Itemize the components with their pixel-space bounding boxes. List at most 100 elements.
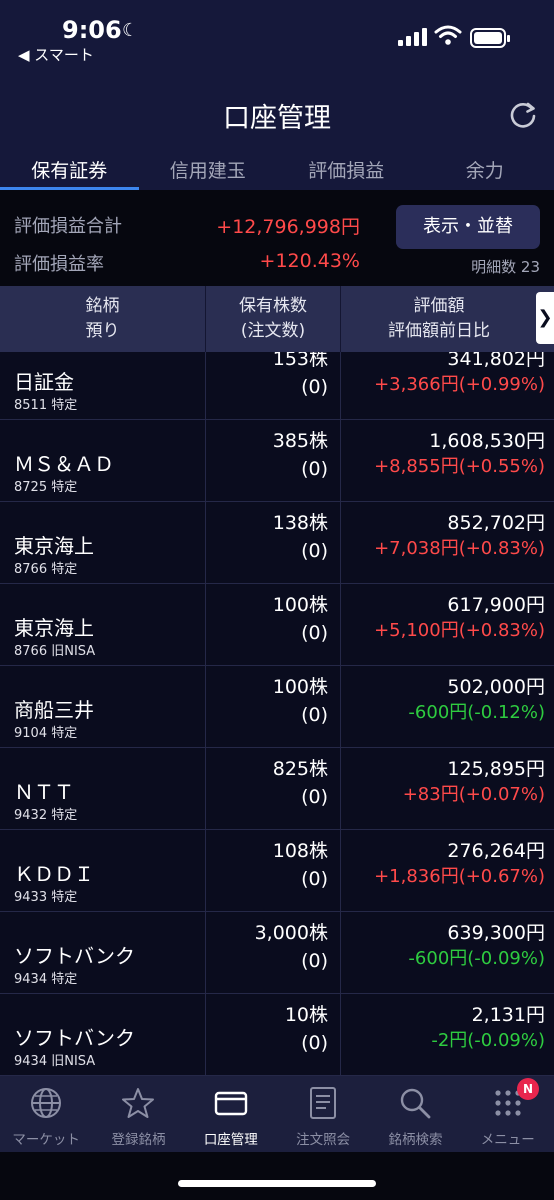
pl-rate-label: 評価損益率 (14, 254, 104, 275)
header-stock: 銘柄 預り (85, 296, 120, 341)
stock-name: ソフトバンク (14, 1026, 135, 1050)
table-row[interactable]: ソフトバンク 9434 旧NISA 10株 (0) 2,131円 -2円(-0.09%) (0, 994, 554, 1076)
stock-name: ＫＤＤＩ (14, 862, 94, 886)
back-to-app-link[interactable]: ◀ スマート (18, 44, 94, 65)
holding-quantity: 825株 (272, 758, 328, 780)
nav-watchlist[interactable]: 登録銘柄 (92, 1076, 184, 1152)
order-quantity: (0) (301, 704, 328, 726)
order-quantity: (0) (301, 950, 328, 972)
holding-quantity: 100株 (272, 676, 328, 698)
nav-search[interactable]: 銘柄検索 (369, 1076, 461, 1152)
holding-quantity: 108株 (272, 840, 328, 862)
order-quantity: (0) (301, 622, 328, 644)
valuation-change: +1,836円(+0.67%) (374, 866, 545, 887)
stock-name: ＭＳ＆ＡＤ (14, 452, 114, 476)
stock-name: 東京海上 (14, 534, 94, 558)
holding-quantity: 153株 (272, 352, 328, 370)
bottom-nav: マーケット 登録銘柄 口座管理 注文照会 銘柄検索 メニュー (0, 1076, 554, 1152)
valuation-amount: 1,608,530円 (429, 430, 545, 452)
card-icon (214, 1091, 248, 1116)
search-icon (401, 1088, 431, 1119)
table-header: 銘柄 預り 保有株数 (注文数) 評価額 評価額前日比 (0, 286, 554, 352)
total-pl-label: 評価損益合計 (14, 216, 122, 237)
valuation-amount: 276,264円 (447, 840, 545, 862)
document-icon (310, 1087, 337, 1119)
holding-quantity: 385株 (272, 430, 328, 452)
app-header: 9:06 ☾ ◀ スマート 口座管理 保有証券 信用建玉 評価損益 余力 (0, 0, 554, 190)
globe-icon (31, 1088, 62, 1118)
stock-code-account: 9432 特定 (14, 808, 78, 823)
menu-notification-badge: N (517, 1078, 539, 1100)
display-sort-button[interactable]: 表示・並替 (396, 205, 540, 249)
wifi-icon (434, 25, 462, 45)
chevron-right-icon[interactable]: ❯ (536, 292, 554, 344)
stock-code-account: 9434 旧NISA (14, 1054, 96, 1069)
table-row[interactable]: 日証金 8511 特定 153株 (0) 341,802円 +3,366円(+0.99%) (0, 352, 554, 420)
tab-holdings[interactable]: 保有証券 (0, 148, 139, 190)
refresh-icon[interactable] (508, 100, 538, 130)
valuation-amount: 2,131円 (471, 1004, 545, 1026)
tab-margin-positions[interactable]: 信用建玉 (139, 148, 278, 190)
valuation-change: +8,855円(+0.55%) (374, 456, 545, 477)
stock-name: ソフトバンク (14, 944, 135, 968)
stock-code-account: 8766 特定 (14, 562, 78, 577)
valuation-change: +7,038円(+0.83%) (374, 538, 545, 559)
stock-code-account: 8725 特定 (14, 480, 78, 495)
stock-name: 東京海上 (14, 616, 94, 640)
valuation-change: -600円(-0.12%) (408, 702, 545, 723)
pl-summary: 評価損益合計 +12,796,998円 評価損益率 +120.43% 表示・並替… (0, 190, 554, 286)
tab-buying-power[interactable]: 余力 (416, 148, 554, 190)
table-row[interactable]: 東京海上 8766 特定 138株 (0) 852,702円 +7,038円(+0.83%… (0, 502, 554, 584)
table-row[interactable]: 商船三井 9104 特定 100株 (0) 502,000円 -600円(-0.12%) (0, 666, 554, 748)
stock-name: 日証金 (14, 370, 74, 394)
valuation-change: +3,366円(+0.99%) (374, 374, 545, 395)
home-indicator[interactable] (178, 1180, 376, 1187)
stock-name: ＮＴＴ (14, 780, 74, 804)
status-time: 9:06 (62, 16, 122, 44)
valuation-change: -600円(-0.09%) (408, 948, 545, 969)
pl-rate-value: +120.43% (259, 250, 360, 272)
holding-quantity: 3,000株 (254, 922, 328, 944)
nav-menu[interactable]: メニュー (462, 1076, 554, 1152)
valuation-amount: 617,900円 (447, 594, 545, 616)
holdings-list: 日証金 8511 特定 153株 (0) 341,802円 +3,366円(+0.99%)… (0, 352, 554, 1076)
order-quantity: (0) (301, 540, 328, 562)
header-quantity: 保有株数 (注文数) (239, 296, 307, 341)
order-quantity: (0) (301, 786, 328, 808)
valuation-change: -2円(-0.09%) (431, 1030, 545, 1051)
header-valuation: 評価額 評価額前日比 (388, 296, 490, 341)
valuation-amount: 125,895円 (447, 758, 545, 780)
order-quantity: (0) (301, 458, 328, 480)
holding-quantity: 138株 (272, 512, 328, 534)
order-quantity: (0) (301, 376, 328, 398)
table-row[interactable]: ソフトバンク 9434 特定 3,000株 (0) 639,300円 -600円(-0.0… (0, 912, 554, 994)
order-quantity: (0) (301, 1032, 328, 1054)
nav-account[interactable]: 口座管理 (185, 1076, 277, 1152)
valuation-change: +5,100円(+0.83%) (374, 620, 545, 641)
star-icon (122, 1088, 155, 1118)
holding-quantity: 10株 (284, 1004, 328, 1026)
detail-count: 明細数 23 (471, 258, 540, 276)
stock-code-account: 9433 特定 (14, 890, 78, 905)
total-pl-value: +12,796,998円 (216, 216, 360, 238)
page-title: 口座管理 (223, 103, 331, 134)
holding-quantity: 100株 (272, 594, 328, 616)
stock-name: 商船三井 (14, 698, 94, 722)
tab-bar: 保有証券 信用建玉 評価損益 余力 (0, 148, 554, 190)
valuation-amount: 502,000円 (447, 676, 545, 698)
tab-valuation-pl[interactable]: 評価損益 (277, 148, 416, 190)
nav-orders[interactable]: 注文照会 (277, 1076, 369, 1152)
home-area (0, 1152, 554, 1200)
nav-market[interactable]: マーケット (0, 1076, 92, 1152)
valuation-change: +83円(+0.07%) (402, 784, 545, 805)
valuation-amount: 852,702円 (447, 512, 545, 534)
table-row[interactable]: ＫＤＤＩ 9433 特定 108株 (0) 276,264円 +1,836円(+0.67%… (0, 830, 554, 912)
moon-icon: ☾ (122, 20, 139, 41)
stock-code-account: 9434 特定 (14, 972, 78, 987)
table-row[interactable]: 東京海上 8766 旧NISA 100株 (0) 617,900円 +5,100円(+0.… (0, 584, 554, 666)
valuation-amount: 341,802円 (447, 352, 545, 370)
table-row[interactable]: ＭＳ＆ＡＤ 8725 特定 385株 (0) 1,608,530円 +8,855円(+0.… (0, 420, 554, 502)
table-row[interactable]: ＮＴＴ 9432 特定 825株 (0) 125,895円 +83円(+0.07%) (0, 748, 554, 830)
stock-code-account: 8766 旧NISA (14, 644, 96, 659)
stock-code-account: 9104 特定 (14, 726, 78, 741)
